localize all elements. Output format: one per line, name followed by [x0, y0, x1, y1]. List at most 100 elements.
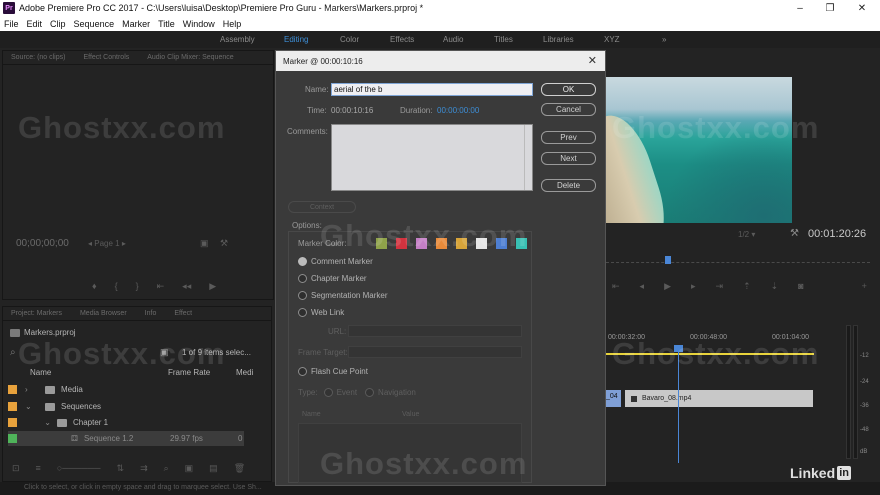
menu-title[interactable]: Title — [158, 19, 175, 29]
lift-icon[interactable]: ⇡ — [743, 281, 751, 292]
find-icon[interactable]: ⌕ — [164, 463, 169, 474]
label-color-swatch[interactable] — [8, 385, 17, 394]
goto-in-icon[interactable]: ⇤ — [612, 281, 620, 292]
marker-name-input[interactable] — [331, 83, 533, 96]
radio-button-icon[interactable] — [298, 308, 307, 317]
step-back-icon[interactable]: ◂◂ — [182, 281, 191, 292]
url-input[interactable] — [348, 325, 522, 337]
radio-comment-marker[interactable]: Comment Marker — [298, 257, 373, 266]
new-bin-icon[interactable]: ▣ — [160, 347, 169, 358]
expand-arrow-icon[interactable]: › — [25, 385, 39, 394]
marker-color-swatch-purple[interactable] — [416, 238, 427, 249]
radio-flash-cue-point[interactable]: Flash Cue Point — [298, 367, 368, 376]
radio-button-icon[interactable] — [323, 388, 333, 397]
marker-color-swatch-blue[interactable] — [496, 238, 507, 249]
workspace-tab-audio[interactable]: Audio — [443, 35, 463, 44]
radio-web-link[interactable]: Web Link — [298, 308, 344, 317]
tab-project[interactable]: Project: Markers — [11, 310, 62, 317]
duration-value[interactable]: 00:00:00:00 — [437, 106, 479, 115]
play-icon[interactable]: ▶ — [664, 281, 671, 292]
menu-clip[interactable]: Clip — [50, 19, 66, 29]
source-wrench-icon[interactable]: ⚒ — [220, 238, 228, 249]
radio-button-icon[interactable] — [298, 274, 307, 283]
cancel-button[interactable]: Cancel — [541, 103, 596, 116]
cue-column-name[interactable]: Name — [302, 411, 321, 418]
radio-segmentation-marker[interactable]: Segmentation Marker — [298, 291, 387, 300]
marker-color-swatch-yellow[interactable] — [456, 238, 467, 249]
program-video-frame[interactable] — [606, 77, 792, 223]
dialog-close-icon[interactable]: ✕ — [588, 54, 597, 67]
marker-color-swatch-green[interactable] — [376, 238, 387, 249]
automate-icon[interactable]: ⇉ — [140, 463, 148, 474]
menu-window[interactable]: Window — [183, 19, 215, 29]
cue-column-value[interactable]: Value — [402, 411, 419, 418]
work-area-bar[interactable] — [606, 353, 814, 355]
workspace-tab-color[interactable]: Color — [340, 35, 359, 44]
source-page-selector[interactable]: ◂ Page 1 ▸ — [88, 239, 126, 248]
list-view-icon[interactable]: ≡ — [36, 463, 41, 474]
menu-edit[interactable]: Edit — [27, 19, 43, 29]
zoom-slider[interactable]: ○────── — [57, 463, 101, 474]
comments-textarea[interactable] — [331, 124, 533, 191]
radio-button-icon[interactable] — [298, 291, 307, 300]
frame-target-input[interactable] — [348, 346, 522, 358]
extract-icon[interactable]: ⇣ — [771, 281, 779, 292]
radio-chapter-marker[interactable]: Chapter Marker — [298, 274, 367, 283]
program-timecode[interactable]: 00:01:20:26 — [808, 228, 866, 240]
context-button[interactable]: Context — [288, 201, 356, 213]
cue-table[interactable] — [298, 423, 522, 483]
mark-out-icon[interactable]: } — [136, 281, 139, 292]
timeline-clip-prev[interactable]: _04 — [606, 390, 621, 407]
prev-button[interactable]: Prev — [541, 131, 596, 144]
menu-sequence[interactable]: Sequence — [74, 19, 115, 29]
ok-button[interactable]: OK — [541, 83, 596, 96]
label-color-swatch[interactable] — [8, 402, 17, 411]
project-search-icon[interactable]: ⌕ — [10, 347, 16, 358]
mark-in-icon[interactable]: { — [115, 281, 118, 292]
workspace-overflow-icon[interactable]: » — [662, 35, 666, 44]
tab-source[interactable]: Source: (no clips) — [11, 54, 65, 61]
camera-icon[interactable]: ◙ — [798, 281, 803, 292]
minimize-button[interactable]: – — [786, 0, 814, 16]
goto-in-icon[interactable]: ⇤ — [157, 281, 165, 292]
column-name[interactable]: Name — [30, 368, 51, 377]
workspace-tab-editing[interactable]: Editing — [284, 35, 308, 44]
marker-color-swatch-cyan[interactable] — [516, 238, 527, 249]
marker-color-swatch-white[interactable] — [476, 238, 487, 249]
step-forward-icon[interactable]: ▸ — [691, 281, 696, 292]
tab-effect-controls[interactable]: Effect Controls — [83, 54, 129, 61]
sort-icon[interactable]: ⇅ — [117, 463, 125, 474]
radio-button-icon[interactable] — [298, 367, 307, 376]
step-back-icon[interactable]: ◂ — [640, 281, 645, 292]
column-media[interactable]: Medi — [236, 368, 253, 377]
menu-help[interactable]: Help — [223, 19, 242, 29]
workspace-tab-effects[interactable]: Effects — [390, 35, 414, 44]
project-item-sequences[interactable]: ⌄ Sequences — [8, 399, 244, 414]
workspace-tab-xyz[interactable]: XYZ — [604, 35, 620, 44]
new-bin-icon[interactable]: ▣ — [185, 463, 194, 474]
close-window-button[interactable]: ✕ — [848, 0, 876, 16]
maximize-button[interactable]: ❐ — [816, 0, 844, 16]
goto-out-icon[interactable]: ⇥ — [716, 281, 724, 292]
source-settings-icon[interactable]: ▣ — [200, 238, 209, 249]
add-button-icon[interactable]: + — [862, 281, 867, 292]
play-icon[interactable]: ▶ — [209, 281, 216, 292]
workspace-tab-libraries[interactable]: Libraries — [543, 35, 574, 44]
program-playhead[interactable] — [665, 256, 671, 264]
new-item-icon[interactable]: ▤ — [209, 463, 218, 474]
tab-media-browser[interactable]: Media Browser — [80, 310, 127, 317]
program-zoom-select[interactable]: 1/2 ▾ — [738, 230, 755, 239]
lock-icon[interactable]: ⊡ — [12, 463, 20, 474]
source-timecode[interactable]: 00;00;00;00 — [16, 238, 69, 249]
comments-scrollbar[interactable] — [524, 125, 532, 190]
radio-button-icon[interactable] — [365, 388, 375, 397]
project-item-chapter-1[interactable]: ⌄ Chapter 1 — [8, 415, 244, 430]
delete-button[interactable]: Delete — [541, 179, 596, 192]
tab-effects[interactable]: Effect — [174, 310, 192, 317]
timeline-playhead[interactable] — [678, 345, 679, 463]
tab-audio-clip-mixer[interactable]: Audio Clip Mixer: Sequence — [147, 54, 233, 61]
radio-button-icon[interactable] — [298, 257, 307, 266]
label-color-swatch[interactable] — [8, 434, 17, 443]
trash-icon[interactable]: 🗑 — [234, 463, 245, 474]
project-item-sequence-1-2[interactable]: ⚃ Sequence 1.2 29.97 fps 0 — [8, 431, 244, 446]
